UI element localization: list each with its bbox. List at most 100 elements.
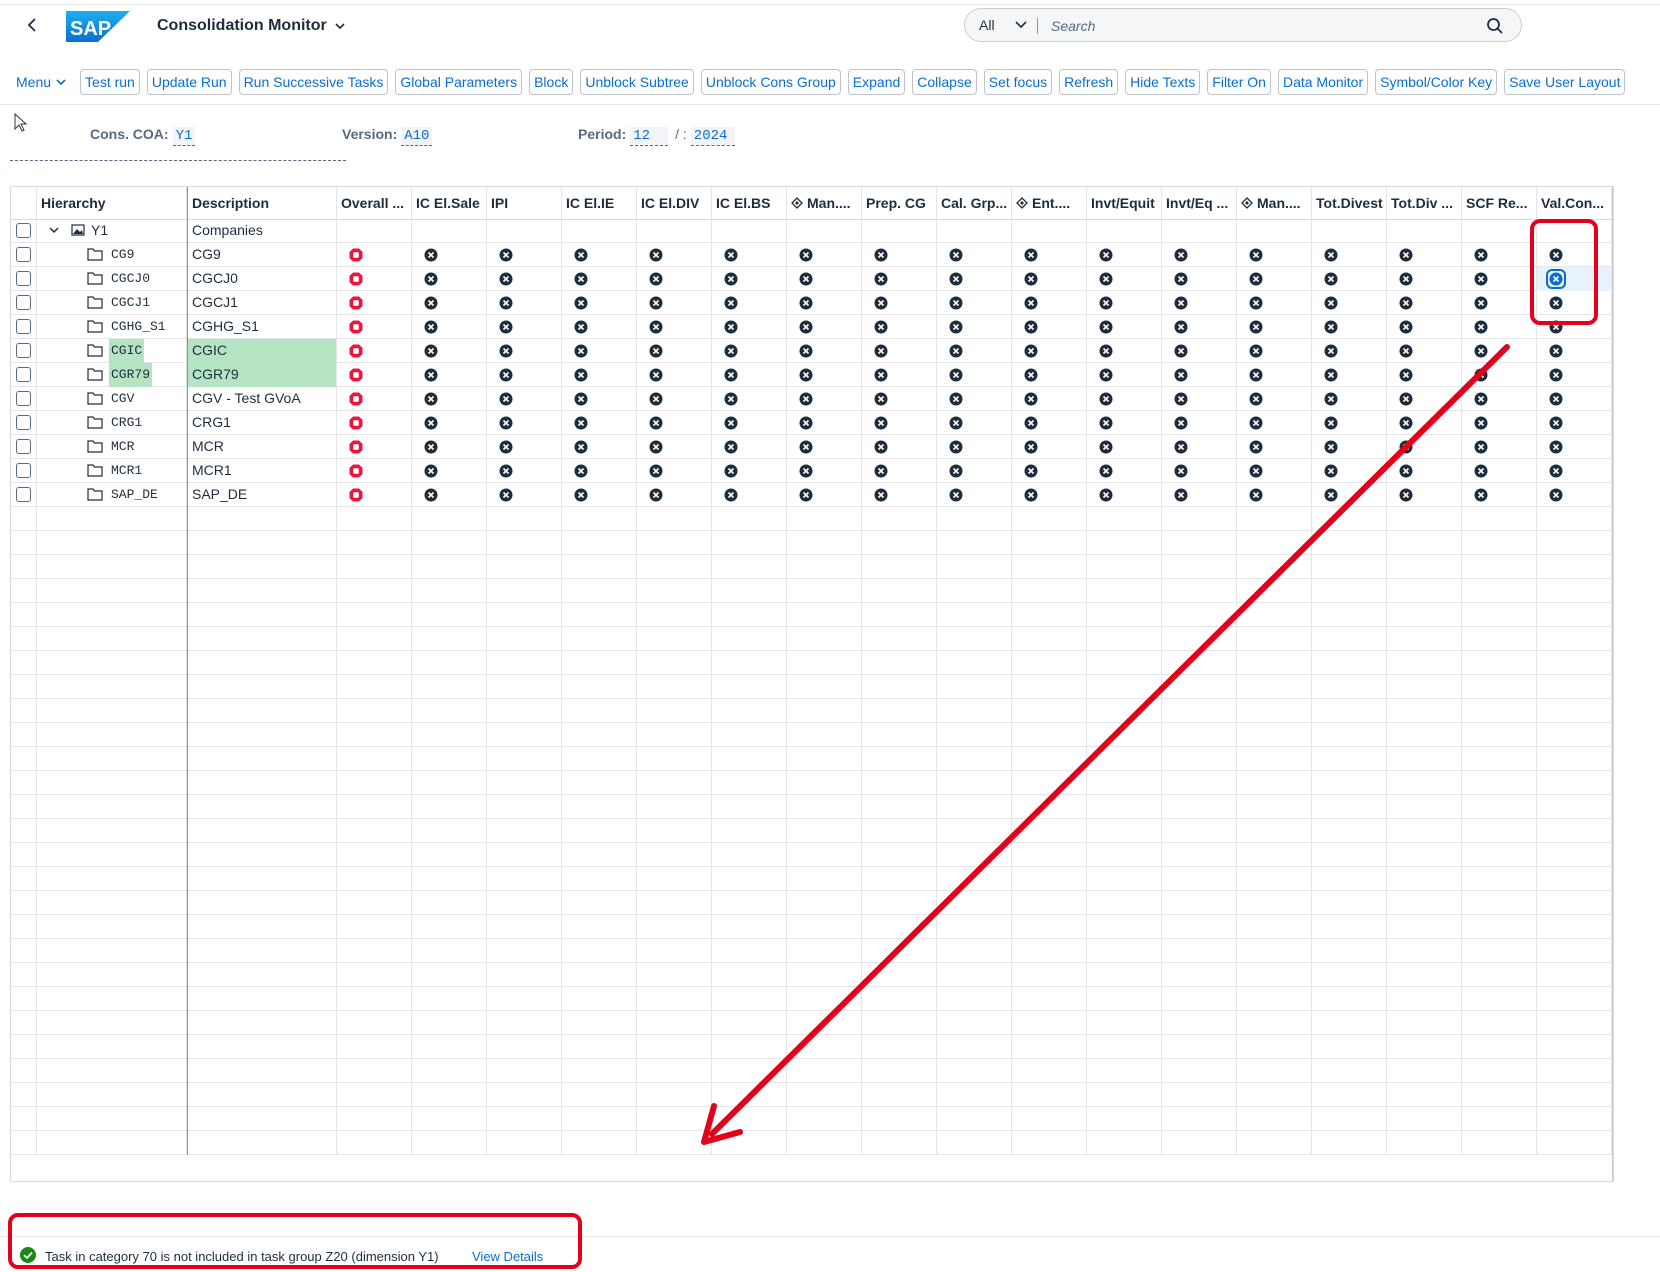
status-cell-ic-el-sale[interactable] bbox=[412, 291, 487, 315]
not-executed-status-icon[interactable] bbox=[1399, 416, 1413, 430]
status-cell-man[interactable] bbox=[1237, 435, 1312, 459]
not-executed-status-icon[interactable] bbox=[1399, 344, 1413, 358]
not-executed-status-icon[interactable] bbox=[424, 248, 438, 262]
status-cell-overall[interactable] bbox=[337, 339, 412, 363]
table-row[interactable]: CGIC CGIC bbox=[11, 339, 1613, 363]
column-header-description[interactable]: Description bbox=[187, 187, 337, 219]
not-executed-status-icon[interactable] bbox=[649, 272, 663, 286]
status-cell-invt-equit[interactable] bbox=[1087, 483, 1162, 507]
column-header-tot-divest[interactable]: Tot.Divest bbox=[1312, 187, 1387, 219]
not-executed-status-icon[interactable] bbox=[424, 464, 438, 478]
not-executed-status-icon[interactable] bbox=[1174, 272, 1188, 286]
row-checkbox[interactable] bbox=[16, 319, 31, 334]
not-executed-status-icon[interactable] bbox=[724, 296, 738, 310]
status-cell-tot-div[interactable] bbox=[1387, 483, 1462, 507]
not-executed-status-icon[interactable] bbox=[1549, 488, 1563, 502]
not-executed-status-icon[interactable] bbox=[799, 440, 813, 454]
status-cell-prep-cg[interactable] bbox=[862, 267, 937, 291]
not-executed-status-icon[interactable] bbox=[799, 272, 813, 286]
status-cell-man[interactable] bbox=[787, 483, 862, 507]
not-executed-status-icon[interactable] bbox=[1099, 464, 1113, 478]
table-row[interactable]: CGCJ1 CGCJ1 bbox=[11, 291, 1613, 315]
period-value[interactable]: 12 bbox=[630, 127, 669, 146]
not-executed-status-icon[interactable] bbox=[1399, 272, 1413, 286]
status-cell-ipi[interactable] bbox=[487, 459, 562, 483]
status-cell-ic-el-bs[interactable] bbox=[712, 459, 787, 483]
not-executed-status-icon[interactable] bbox=[424, 416, 438, 430]
not-executed-status-icon[interactable] bbox=[1324, 248, 1338, 262]
status-cell-invt-equit[interactable] bbox=[1087, 459, 1162, 483]
status-cell-scf-re[interactable] bbox=[1462, 411, 1537, 435]
status-cell-ic-el-ie[interactable] bbox=[562, 339, 637, 363]
hierarchy-node-label[interactable]: CGR79 bbox=[109, 363, 153, 387]
not-executed-status-icon[interactable] bbox=[1324, 392, 1338, 406]
refresh-button[interactable]: Refresh bbox=[1059, 69, 1119, 95]
not-executed-status-icon[interactable] bbox=[1474, 488, 1488, 502]
row-checkbox[interactable] bbox=[16, 223, 31, 238]
status-cell-tot-divest[interactable] bbox=[1312, 459, 1387, 483]
block-button[interactable]: Block bbox=[529, 69, 574, 95]
not-executed-status-icon[interactable] bbox=[574, 440, 588, 454]
column-header-hierarchy[interactable]: Hierarchy bbox=[37, 187, 187, 219]
not-executed-status-icon[interactable] bbox=[1099, 320, 1113, 334]
status-cell-man[interactable] bbox=[1237, 459, 1312, 483]
not-executed-status-icon[interactable] bbox=[1024, 344, 1038, 358]
status-cell-invt-eq[interactable] bbox=[1162, 339, 1237, 363]
status-cell-overall[interactable] bbox=[337, 483, 412, 507]
status-cell-ic-el-bs[interactable] bbox=[712, 483, 787, 507]
not-executed-status-icon[interactable] bbox=[649, 440, 663, 454]
not-executed-status-icon[interactable] bbox=[1549, 392, 1563, 406]
not-executed-status-icon[interactable] bbox=[1099, 440, 1113, 454]
status-cell-invt-eq[interactable] bbox=[1162, 435, 1237, 459]
status-cell-invt-equit[interactable] bbox=[1087, 315, 1162, 339]
hierarchy-node-label[interactable]: Y1 bbox=[91, 222, 108, 238]
status-cell-ic-el-bs[interactable] bbox=[712, 339, 787, 363]
table-row[interactable]: MCR MCR bbox=[11, 435, 1613, 459]
status-cell-ic-el-ie[interactable] bbox=[562, 267, 637, 291]
row-checkbox[interactable] bbox=[16, 439, 31, 454]
status-cell-man[interactable] bbox=[1237, 483, 1312, 507]
status-cell-prep-cg[interactable] bbox=[862, 291, 937, 315]
status-cell-ent[interactable] bbox=[1012, 339, 1087, 363]
collapse-button[interactable]: Collapse bbox=[912, 69, 977, 95]
status-cell-ic-el-div[interactable] bbox=[637, 411, 712, 435]
status-cell-tot-div[interactable] bbox=[1387, 387, 1462, 411]
status-cell-tot-divest[interactable] bbox=[1312, 291, 1387, 315]
not-executed-status-icon[interactable] bbox=[949, 368, 963, 382]
not-executed-status-icon[interactable] bbox=[499, 392, 513, 406]
not-executed-status-icon[interactable] bbox=[1474, 416, 1488, 430]
status-cell-man[interactable] bbox=[1237, 315, 1312, 339]
not-executed-status-icon[interactable] bbox=[1249, 416, 1263, 430]
not-executed-status-icon[interactable] bbox=[799, 488, 813, 502]
column-header-invt-equit[interactable]: Invt/Equit bbox=[1087, 187, 1162, 219]
not-executed-status-icon[interactable] bbox=[1324, 296, 1338, 310]
not-executed-status-icon[interactable] bbox=[574, 488, 588, 502]
status-cell-man[interactable] bbox=[1237, 387, 1312, 411]
not-executed-status-icon[interactable] bbox=[1324, 272, 1338, 286]
status-cell-scf-re[interactable] bbox=[1462, 339, 1537, 363]
run-successive-tasks-button[interactable]: Run Successive Tasks bbox=[238, 69, 389, 95]
not-executed-status-icon[interactable] bbox=[1174, 440, 1188, 454]
status-cell-prep-cg[interactable] bbox=[862, 243, 937, 267]
hierarchy-node-label[interactable]: CGHG_S1 bbox=[109, 315, 168, 339]
not-executed-status-icon[interactable] bbox=[1174, 464, 1188, 478]
not-executed-status-icon[interactable] bbox=[799, 248, 813, 262]
not-executed-status-icon[interactable] bbox=[499, 416, 513, 430]
not-executed-status-icon[interactable] bbox=[499, 272, 513, 286]
not-executed-status-icon[interactable] bbox=[799, 344, 813, 358]
status-cell-cal-grp[interactable] bbox=[937, 291, 1012, 315]
status-cell-ent[interactable] bbox=[1012, 267, 1087, 291]
row-checkbox[interactable] bbox=[16, 487, 31, 502]
not-executed-status-icon[interactable] bbox=[1249, 344, 1263, 358]
status-cell-ipi[interactable] bbox=[487, 435, 562, 459]
search-input[interactable] bbox=[1049, 13, 1473, 39]
stop-status-icon[interactable] bbox=[349, 416, 363, 430]
status-cell-ic-el-ie[interactable] bbox=[562, 483, 637, 507]
stop-status-icon[interactable] bbox=[349, 272, 363, 286]
status-cell-tot-divest[interactable] bbox=[1312, 267, 1387, 291]
not-executed-status-icon[interactable] bbox=[1249, 440, 1263, 454]
status-cell-ic-el-sale[interactable] bbox=[412, 339, 487, 363]
update-run-button[interactable]: Update Run bbox=[146, 69, 232, 95]
column-header-ent[interactable]: Ent.... bbox=[1012, 187, 1087, 219]
status-cell-man[interactable] bbox=[787, 291, 862, 315]
